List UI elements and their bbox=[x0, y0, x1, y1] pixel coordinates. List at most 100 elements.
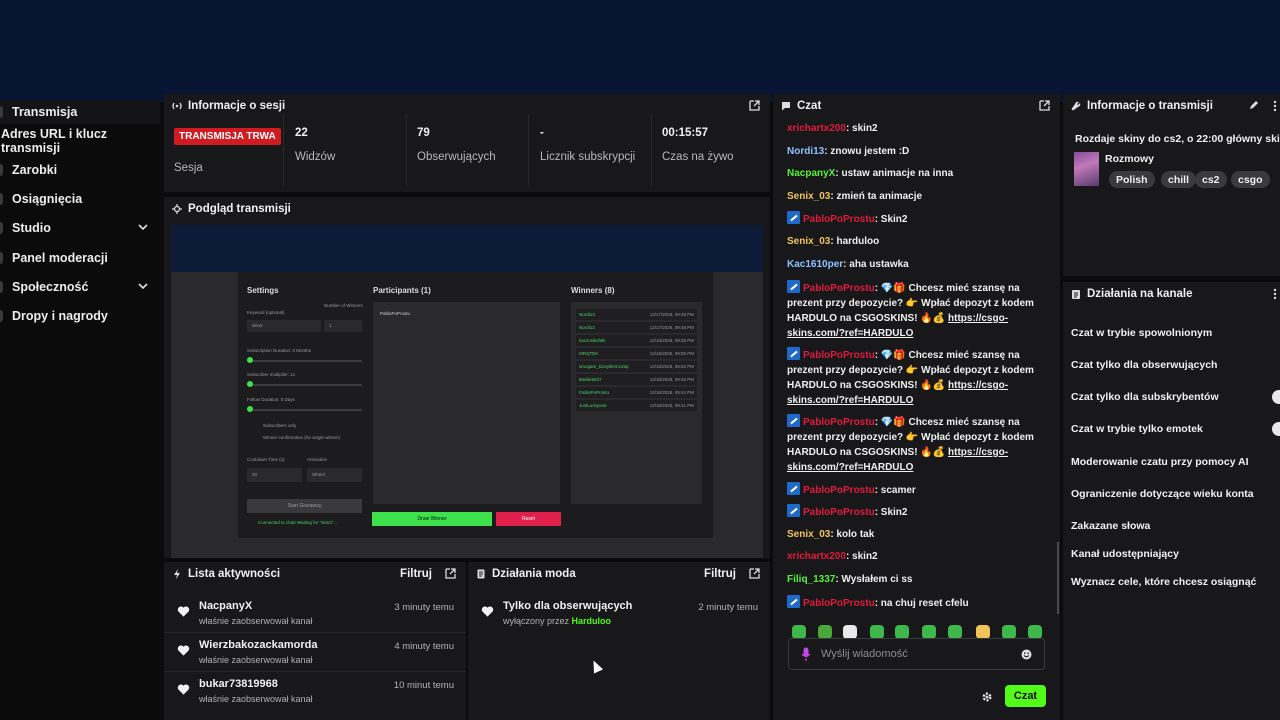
start-giveaway-button: Start Giveaway bbox=[247, 499, 362, 513]
action-slow-mode[interactable]: Czat w trybie spowolnionym bbox=[1071, 327, 1212, 339]
winner-confirmation-label: Winner confirmation (for single winner) bbox=[263, 435, 341, 440]
sidebar-item-studio[interactable]: Studio bbox=[0, 216, 160, 240]
list-item: Wierzbakozackamorda właśnie zaobserwował… bbox=[164, 634, 466, 672]
winner-name: JustLuckyone bbox=[579, 403, 607, 408]
sidebar-item-zarobki[interactable]: Zarobki bbox=[0, 158, 160, 182]
list-item: NacpanyX właśnie zaobserwował kanał 3 mi… bbox=[164, 595, 466, 633]
chat-username[interactable]: Senix_03 bbox=[787, 529, 830, 540]
animation-select: Wheel bbox=[307, 468, 362, 482]
action-account-age[interactable]: Ograniczenie dotyczące wieku konta bbox=[1071, 488, 1254, 500]
action-set-goals[interactable]: Wyznacz cele, które chcesz osiągnąć bbox=[1071, 576, 1256, 588]
chat-username[interactable]: Senix_03 bbox=[787, 236, 830, 247]
popout-icon[interactable] bbox=[749, 100, 760, 111]
action-host-channel[interactable]: Kanał udostępniający bbox=[1071, 548, 1179, 560]
mod-action-user[interactable]: Harduloo bbox=[572, 616, 612, 626]
category-thumbnail[interactable] bbox=[1074, 152, 1099, 186]
chat-username[interactable]: PabloPoProstu bbox=[803, 417, 875, 428]
emote-icon[interactable] bbox=[948, 625, 962, 639]
wrench-icon bbox=[1071, 101, 1081, 111]
category-name[interactable]: Rozmowy bbox=[1105, 153, 1154, 165]
chat-username[interactable]: Nordi13 bbox=[787, 146, 824, 157]
winners-count-value: 1 bbox=[329, 323, 332, 328]
tag-csgo[interactable]: csgo bbox=[1231, 171, 1270, 188]
sidebar-item-transmisja[interactable]: Transmisja bbox=[0, 100, 160, 124]
top-banner bbox=[0, 0, 1280, 102]
tag-polish[interactable]: Polish bbox=[1109, 171, 1155, 188]
sidebar: Transmisja Adres URL i klucz transmisji … bbox=[0, 100, 160, 720]
sidebar-item-osiagniecia[interactable]: Osiągnięcia bbox=[0, 187, 160, 211]
chat-scrollbar[interactable] bbox=[1057, 542, 1059, 614]
chat-username[interactable]: Senix_03 bbox=[787, 191, 830, 202]
chat-text: : Wysłałem ci ss bbox=[835, 574, 913, 585]
emote-icon[interactable] bbox=[792, 625, 806, 639]
action-followers-only[interactable]: Czat tylko dla obserwujących bbox=[1071, 359, 1217, 371]
sidebar-item-panel-moderacji[interactable]: Panel moderacji bbox=[0, 246, 160, 270]
chat-text: : skin2 bbox=[845, 551, 878, 562]
chat-username[interactable]: PabloPoProstu bbox=[803, 350, 875, 361]
emote-icon[interactable] bbox=[1002, 625, 1016, 639]
popout-icon[interactable] bbox=[1039, 100, 1050, 111]
chat-message: Filiq_1337: Wysłałem ci ss bbox=[787, 572, 1037, 587]
chat-username[interactable]: PabloPoProstu bbox=[803, 214, 875, 225]
emote-icon[interactable] bbox=[1028, 625, 1042, 639]
stream-preview-video[interactable]: Settings Participants (1) Winners (8) Ke… bbox=[171, 225, 763, 558]
sidebar-item-label: Zarobki bbox=[12, 163, 58, 177]
activity-filter-button[interactable]: Filtruj bbox=[400, 568, 432, 580]
mod-action-time: 2 minuty temu bbox=[698, 602, 758, 613]
mod-actions-filter-button[interactable]: Filtruj bbox=[704, 568, 736, 580]
winner-row: MRQTEK 12/16/2025, 09:55 PM bbox=[576, 348, 697, 359]
microphone-icon[interactable] bbox=[801, 647, 811, 662]
emote-icon[interactable] bbox=[976, 625, 990, 639]
chat-username[interactable]: PabloPoProstu bbox=[803, 507, 875, 518]
winner-row: Nordi13 12/17/2025, 09:48 PM bbox=[576, 322, 697, 333]
chat-username[interactable]: xrichartx200 bbox=[787, 123, 846, 134]
action-emote-only[interactable]: Czat w trybie tylko emotek bbox=[1071, 423, 1203, 435]
chat-input-box[interactable] bbox=[788, 638, 1045, 670]
chat-username[interactable]: PabloPoProstu bbox=[803, 283, 875, 294]
more-options-icon[interactable] bbox=[1273, 288, 1277, 300]
sidebar-marker bbox=[0, 281, 3, 293]
chat-username[interactable]: xrichartx200 bbox=[787, 551, 846, 562]
chat-message: PabloPoProstu: na chuj reset cfelu bbox=[787, 595, 1037, 611]
emote-icon[interactable] bbox=[922, 625, 936, 639]
popout-icon[interactable] bbox=[445, 568, 456, 579]
keyword-field: skin2 bbox=[247, 320, 321, 332]
sidebar-item-spolecznosc[interactable]: Społeczność bbox=[0, 275, 160, 299]
chat-message: Kac1610per: aha ustawka bbox=[787, 257, 1037, 272]
emote-icon[interactable] bbox=[895, 625, 909, 639]
settings-gear-icon[interactable] bbox=[981, 691, 993, 703]
winner-row: Nordi13 12/17/2025, 09:48 PM bbox=[576, 309, 697, 320]
popout-icon[interactable] bbox=[749, 568, 760, 579]
tag-chill[interactable]: chill bbox=[1161, 171, 1197, 188]
sidebar-item-url-key[interactable]: Adres URL i klucz transmisji bbox=[0, 127, 160, 155]
chat-username[interactable]: NacpanyX bbox=[787, 168, 835, 179]
document-icon bbox=[477, 569, 485, 579]
emote-icon[interactable] bbox=[818, 625, 832, 639]
follow-duration-slider bbox=[247, 409, 362, 411]
chat-text: : aha ustawka bbox=[843, 259, 909, 270]
chat-message: Senix_03: zmień ta animacje bbox=[787, 189, 1037, 204]
chat-username[interactable]: Kac1610per bbox=[787, 259, 843, 270]
chat-username[interactable]: Filiq_1337 bbox=[787, 574, 835, 585]
action-banned-words[interactable]: Zakazane słowa bbox=[1071, 520, 1150, 532]
emote-only-toggle[interactable] bbox=[1272, 422, 1280, 436]
chat-username[interactable]: PabloPoProstu bbox=[803, 485, 875, 496]
chat-text: : harduloo bbox=[830, 236, 880, 247]
chat-send-button[interactable]: Czat bbox=[1005, 685, 1046, 707]
edit-pencil-icon[interactable] bbox=[1249, 100, 1259, 110]
chat-username[interactable]: PabloPoProstu bbox=[803, 598, 875, 609]
more-options-icon[interactable] bbox=[1273, 100, 1277, 112]
chat-message-input[interactable] bbox=[821, 646, 1011, 662]
subscribers-only-toggle[interactable] bbox=[1272, 390, 1280, 404]
panel-title: Informacje o sesji bbox=[188, 100, 286, 112]
action-subscribers-only[interactable]: Czat tylko dla subskrybentów bbox=[1071, 391, 1219, 403]
action-ai-moderation[interactable]: Moderowanie czatu przy pomocy AI bbox=[1071, 456, 1249, 468]
emote-icon[interactable] bbox=[870, 625, 884, 639]
panel-header: Działania na kanale bbox=[1063, 282, 1280, 306]
sidebar-item-dropy[interactable]: Dropy i nagrody bbox=[0, 304, 160, 328]
giveaway-status: Connected to chat! Waiting for "skin2"..… bbox=[258, 520, 338, 525]
tag-cs2[interactable]: cs2 bbox=[1195, 171, 1227, 188]
emoji-icon[interactable] bbox=[1021, 649, 1032, 660]
emote-icon[interactable] bbox=[843, 625, 857, 639]
panel-title: Działania moda bbox=[492, 568, 576, 580]
